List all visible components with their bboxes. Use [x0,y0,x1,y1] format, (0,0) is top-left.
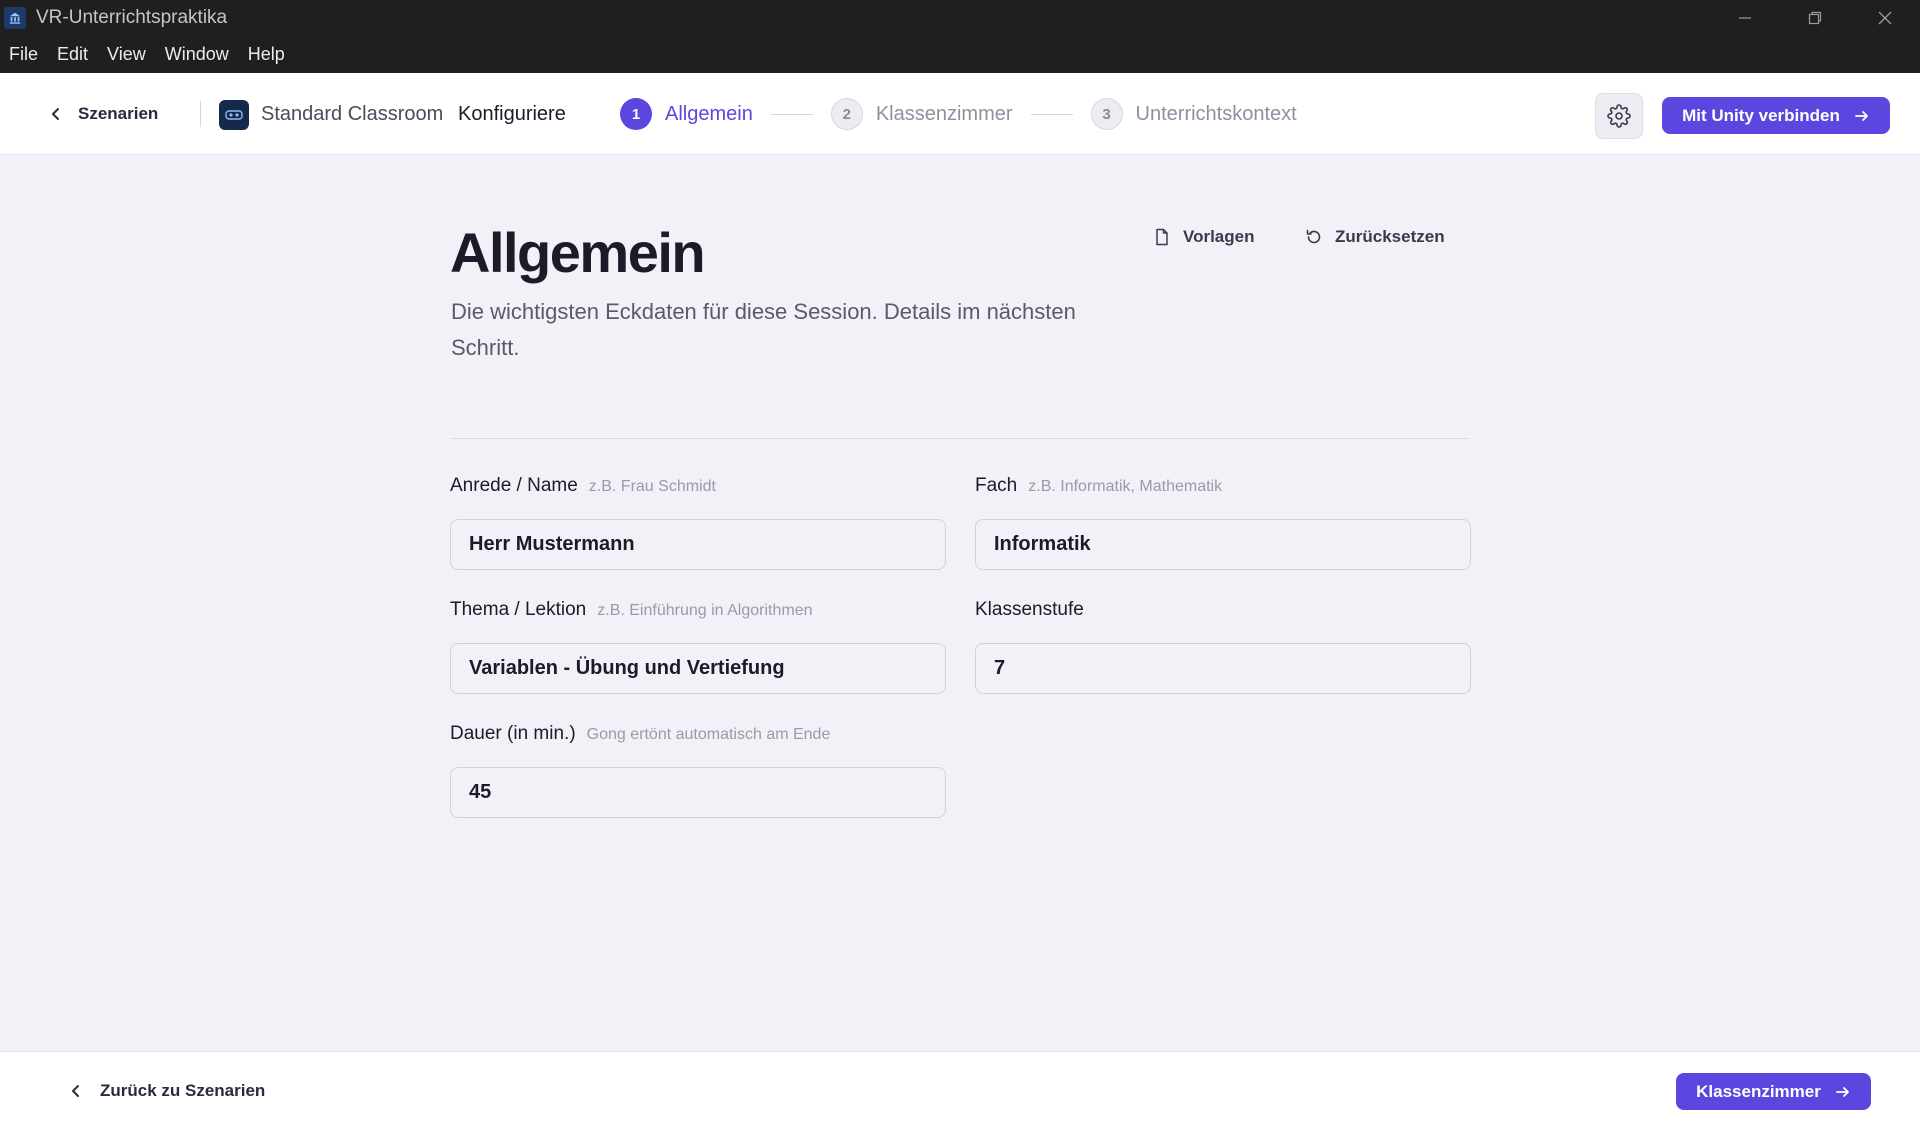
subject-field: Fach z.B. Informatik, Mathematik Informa… [975,475,1471,570]
undo-icon [1306,229,1321,244]
step-klassenzimmer[interactable]: 2 Klassenzimmer [830,98,1013,130]
menu-view[interactable]: View [107,44,146,65]
next-step-label: Klassenzimmer [1696,1081,1821,1101]
section-divider [450,438,1470,439]
next-step-button[interactable]: Klassenzimmer [1676,1073,1871,1110]
topic-hint: z.B. Einführung in Algorithmen [597,602,813,619]
subject-label-row: Fach z.B. Informatik, Mathematik [975,475,1471,505]
stepper: 1 Allgemein 2 Klassenzimmer 3 Unterricht… [620,73,1297,155]
header-divider [200,101,201,127]
subject-hint: z.B. Informatik, Mathematik [1028,478,1223,495]
templates-label: Vorlagen [1183,227,1255,246]
duration-field: Dauer (in min.) Gong ertönt automatisch … [450,723,946,818]
subject-input[interactable]: Informatik [975,519,1471,570]
step-connector [770,113,813,115]
topic-label: Thema / Lektion [450,599,587,620]
scenario-logo [219,100,249,130]
topic-input[interactable]: Variablen - Übung und Vertiefung [450,643,946,694]
step-number: 2 [830,98,863,130]
settings-button[interactable] [1595,93,1643,139]
gear-icon [1607,104,1631,128]
page-title: Allgemein [450,221,706,284]
close-icon[interactable] [1850,0,1920,36]
step-label: Allgemein [665,102,753,125]
step-allgemein[interactable]: 1 Allgemein [620,98,753,130]
reset-button[interactable]: Zurücksetzen [1305,227,1445,247]
reset-label: Zurücksetzen [1335,227,1445,246]
step-connector [1030,113,1073,115]
configure-label: Konfiguriere [458,102,566,125]
name-input[interactable]: Herr Mustermann [450,519,946,570]
topic-label-row: Thema / Lektion z.B. Einführung in Algor… [450,599,946,629]
templates-button[interactable]: Vorlagen [1153,227,1254,247]
document-icon [1156,228,1168,246]
grade-field: Klassenstufe 7 [975,599,1471,694]
grade-input[interactable]: 7 [975,643,1471,694]
classroom-app-icon [4,7,26,29]
scenario-name: Standard Classroom [261,102,444,125]
chevron-left-icon [72,1084,79,1097]
config-header: Szenarien Standard Classroom Konfigurier… [0,73,1920,155]
topic-field: Thema / Lektion z.B. Einführung in Algor… [450,599,946,694]
menu-file[interactable]: File [9,44,38,65]
footer-bar: Zurück zu Szenarien Klassenzimmer [0,1051,1920,1128]
name-label-row: Anrede / Name z.B. Frau Schmidt [450,475,946,505]
menu-edit[interactable]: Edit [57,44,88,65]
minimize-icon[interactable] [1710,0,1780,36]
step-number: 1 [620,98,652,130]
back-link-label: Szenarien [78,104,159,123]
menu-help[interactable]: Help [248,44,285,65]
window-controls [1710,0,1920,36]
footer-back-label: Zurück zu Szenarien [100,1080,266,1100]
vr-headset-icon [225,110,243,120]
duration-label-row: Dauer (in min.) Gong ertönt automatisch … [450,723,946,753]
duration-hint: Gong ertönt automatisch am Ende [586,726,831,743]
back-to-scenarios-link[interactable]: Szenarien [48,73,158,155]
name-label: Anrede / Name [450,475,578,496]
footer-back-link[interactable]: Zurück zu Szenarien [68,1052,265,1128]
chevron-left-icon [52,108,59,120]
menu-window[interactable]: Window [165,44,229,65]
main-content: Allgemein Die wichtigsten Eckdaten für d… [0,155,1920,1051]
connect-unity-button[interactable]: Mit Unity verbinden [1662,97,1890,134]
subject-label: Fach [975,475,1018,496]
step-number: 3 [1090,98,1123,130]
step-label: Unterrichtskontext [1135,102,1297,125]
menu-bar: File Edit View Window Help [0,36,1920,73]
name-field: Anrede / Name z.B. Frau Schmidt Herr Mus… [450,475,946,570]
arrow-right-icon [1854,110,1868,121]
connect-unity-label: Mit Unity verbinden [1682,105,1840,125]
arrow-right-icon [1835,1086,1849,1097]
window-title: VR-Unterrichtspraktika [36,7,228,28]
name-hint: z.B. Frau Schmidt [588,478,716,495]
grade-label-row: Klassenstufe [975,599,1471,629]
restore-icon[interactable] [1780,0,1850,36]
step-unterrichtskontext[interactable]: 3 Unterrichtskontext [1090,98,1297,130]
step-label: Klassenzimmer [875,102,1013,125]
grade-label: Klassenstufe [975,599,1084,620]
window-titlebar: VR-Unterrichtspraktika [0,0,1920,36]
duration-input[interactable]: 45 [450,767,946,818]
page-subtitle: Die wichtigsten Eckdaten für diese Sessi… [451,299,1076,360]
duration-label: Dauer (in min.) [450,723,576,744]
